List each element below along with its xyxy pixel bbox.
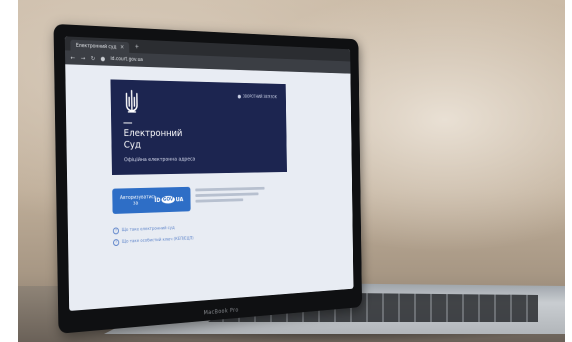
question-icon: ?: [112, 239, 120, 247]
page-subtitle: Офіційна електронна адреса: [123, 156, 196, 164]
title-line-1: Електронний: [123, 128, 183, 139]
reload-icon[interactable]: ↻: [91, 55, 96, 62]
browser-tab[interactable]: Електронний суд ×: [70, 39, 130, 53]
question-icon: ?: [112, 227, 120, 235]
title-line-2: Суд: [123, 139, 142, 151]
new-tab-icon[interactable]: +: [135, 43, 139, 50]
forward-icon[interactable]: →: [81, 54, 86, 61]
auth-section: Авторизуватись за ID GOV UA: [112, 183, 352, 214]
id-gov-ua-logo: ID GOV UA: [154, 195, 184, 204]
back-icon[interactable]: ←: [71, 54, 76, 61]
page-title: Електронний Суд: [124, 128, 224, 151]
info-link-label: Що таке електронний суд: [121, 226, 175, 234]
tab-title: Електронний суд: [75, 42, 117, 50]
lock-icon: ●: [100, 55, 106, 63]
hero-divider: [123, 122, 133, 124]
feedback-dot-icon: [237, 94, 241, 99]
info-link-label: Що таке особистий ключ (КЕП/ЕЦП): [121, 236, 194, 245]
authorize-label: Авторизуватись за: [119, 194, 157, 207]
url-field[interactable]: id.court.gov.ua: [110, 56, 143, 63]
feedback-link[interactable]: ЗВОРОТНИЙ ЗВ'ЯЗОК: [237, 94, 277, 99]
auth-note-text: [195, 185, 266, 203]
web-page: ЗВОРОТНИЙ ЗВ'ЯЗОК Електронний Суд Офіцій…: [65, 64, 352, 248]
tab-close-icon[interactable]: ×: [120, 44, 124, 51]
hero-banner: ЗВОРОТНИЙ ЗВ'ЯЗОК Електронний Суд Офіцій…: [110, 79, 287, 176]
feedback-label: ЗВОРОТНИЙ ЗВ'ЯЗОК: [242, 93, 277, 100]
laptop-lid: Електронний суд × + ← → ↻ ● id.court.gov…: [53, 23, 363, 334]
authorize-button[interactable]: Авторизуватись за ID GOV UA: [112, 186, 191, 214]
info-links: ? Що таке електронний суд ? Що таке особ…: [112, 218, 353, 247]
trident-icon: [123, 89, 141, 114]
laptop-photo: Електронний суд × + ← → ↻ ● id.court.gov…: [18, 0, 565, 342]
laptop-screen: Електронний суд × + ← → ↻ ● id.court.gov…: [64, 36, 354, 311]
